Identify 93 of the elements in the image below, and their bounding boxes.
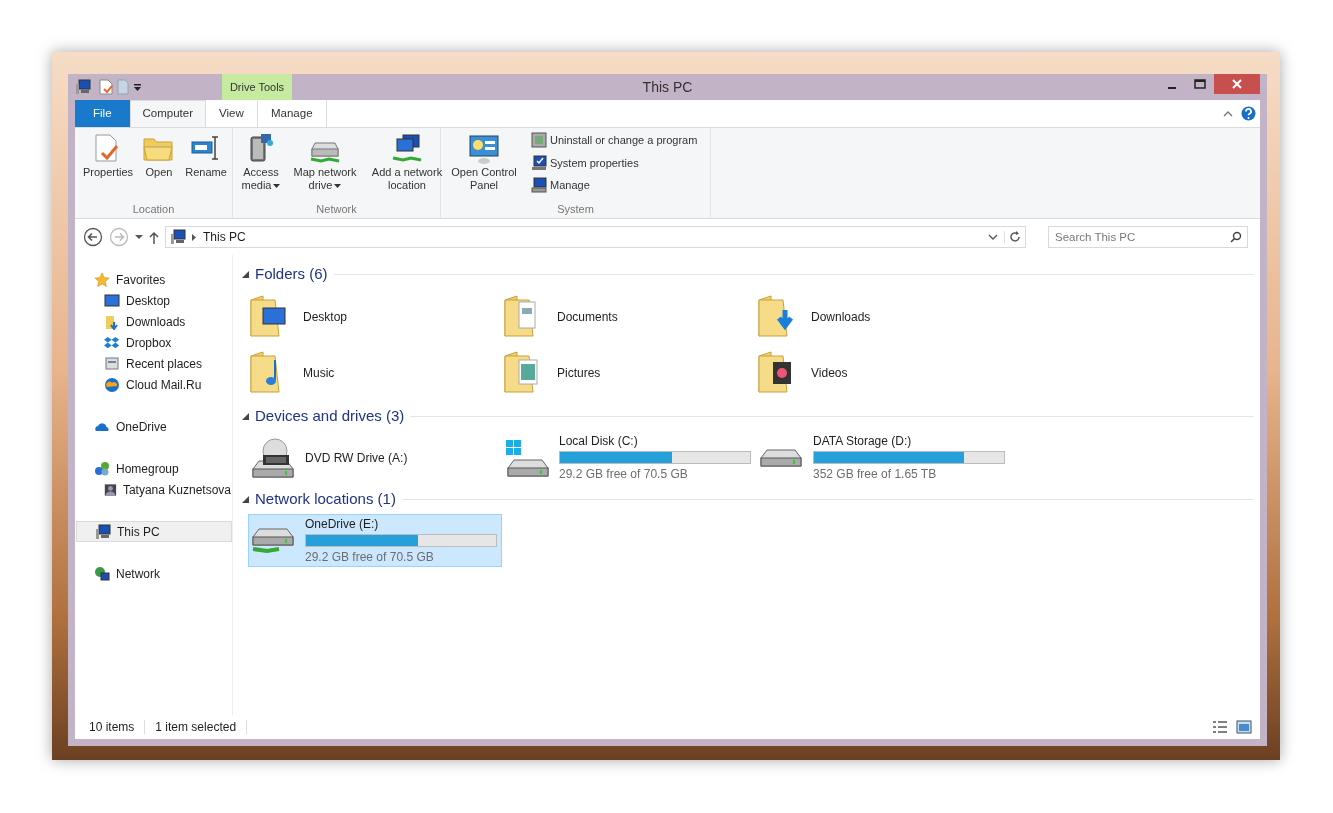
cloud-icon: [104, 376, 120, 393]
selection-count: 1 item selected: [155, 719, 237, 736]
drive-item[interactable]: DVD RW Drive (A:): [248, 431, 502, 484]
ribbon-button[interactable]: Map network drive: [287, 131, 363, 201]
collapse-ribbon-icon[interactable]: [1223, 109, 1233, 118]
desktop-icon: [104, 292, 120, 309]
item-count: 10 items: [89, 719, 135, 736]
search-field[interactable]: Search This PC: [1048, 226, 1248, 248]
nav-item[interactable]: Tatyana Kuznetsova: [75, 479, 232, 500]
close-icon: [1232, 79, 1242, 89]
user-picture-icon: [104, 481, 117, 498]
file-menu-button[interactable]: File: [75, 100, 130, 127]
drive-name: DATA Storage (D:): [813, 433, 913, 450]
drive-name: Local Disk (C:): [559, 433, 639, 450]
breadcrumb-arrow-icon: [192, 233, 197, 241]
drive-item[interactable]: OneDrive (E:) 29.2 GB free of 70.5 GB: [248, 514, 502, 567]
help-icon[interactable]: [1241, 106, 1256, 121]
computer-icon: [95, 523, 111, 540]
programs-icon: [531, 132, 547, 149]
nav-item[interactable]: Network: [75, 563, 232, 584]
section-heading[interactable]: Devices and drives (3): [255, 404, 405, 428]
nav-item[interactable]: This PC: [76, 521, 232, 542]
free-space-text: 29.2 GB free of 70.5 GB: [559, 466, 689, 483]
details-view-icon[interactable]: [1212, 720, 1228, 734]
group-label: System: [556, 201, 595, 217]
drive-item[interactable]: DATA Storage (D:) 352 GB free of 1.65 TB: [756, 431, 1010, 484]
section-heading[interactable]: Folders (6): [255, 262, 328, 286]
properties-icon[interactable]: [99, 79, 113, 95]
search-icon: [1230, 231, 1242, 243]
dropdown-chevron-icon[interactable]: [988, 233, 998, 241]
dropdown-icon[interactable]: [133, 82, 142, 92]
ribbon-small-button[interactable]: Manage: [529, 176, 700, 195]
downloads-folder-icon: [104, 313, 120, 330]
group-label: Network: [315, 201, 358, 217]
close-button[interactable]: [1214, 74, 1260, 94]
nav-item[interactable]: Downloads: [75, 311, 232, 332]
computer-icon: [75, 79, 91, 95]
ribbon-button[interactable]: Open: [139, 131, 179, 201]
window-title: This PC: [642, 77, 693, 97]
homegroup-icon: [94, 460, 110, 477]
system-drive-icon: [505, 438, 549, 477]
folder-item[interactable]: Music: [248, 345, 502, 401]
free-space-text: 352 GB free of 1.65 TB: [813, 466, 938, 483]
up-button[interactable]: [149, 230, 159, 244]
recent-locations-button[interactable]: [135, 234, 143, 240]
nav-item[interactable]: Recent places: [75, 353, 232, 374]
dropdown-arrow-icon: [135, 234, 143, 240]
ribbon-small-button[interactable]: Uninstall or change a program: [529, 131, 700, 150]
recent-places-icon: [104, 355, 120, 372]
maximize-icon: [1194, 79, 1206, 89]
control-panel-icon: [468, 133, 500, 165]
nav-item[interactable]: Cloud Mail.Ru: [75, 374, 232, 395]
drive-item[interactable]: Local Disk (C:) 29.2 GB free of 70.5 GB: [502, 431, 756, 484]
nav-item[interactable]: OneDrive: [75, 416, 232, 437]
folder-item[interactable]: Desktop: [248, 289, 502, 345]
ribbon-small-button[interactable]: System properties: [529, 153, 700, 172]
folder-item[interactable]: Pictures: [502, 345, 756, 401]
breadcrumb-item[interactable]: This PC: [203, 228, 982, 246]
star-icon: [94, 271, 110, 288]
ribbon-button[interactable]: Access media: [237, 131, 285, 201]
section-heading[interactable]: Network locations (1): [255, 487, 396, 511]
back-button[interactable]: [83, 227, 103, 247]
nav-item[interactable]: Desktop: [75, 290, 232, 311]
up-arrow-icon: [149, 230, 159, 244]
ribbon-tab[interactable]: View: [206, 100, 257, 127]
folder-item[interactable]: Videos: [756, 345, 1010, 401]
free-space-text: 29.2 GB free of 70.5 GB: [305, 549, 435, 566]
ribbon-button[interactable]: Rename: [181, 131, 231, 201]
hard-drive-icon: [760, 448, 802, 467]
folder-item[interactable]: Downloads: [756, 289, 1010, 345]
computer-management-icon: [531, 177, 547, 194]
dvd-drive-icon: [252, 437, 294, 478]
computer-icon: [170, 229, 186, 245]
ribbon-tab[interactable]: Computer: [129, 100, 207, 127]
dropbox-icon: [104, 334, 120, 351]
collapse-arrow-icon[interactable]: [242, 412, 249, 420]
network-drive-icon: [252, 528, 294, 553]
folder-item[interactable]: Documents: [502, 289, 756, 345]
large-icons-view-icon[interactable]: [1236, 720, 1252, 734]
nav-item[interactable]: Dropbox: [75, 332, 232, 353]
collapse-arrow-icon[interactable]: [242, 495, 249, 503]
network-icon: [94, 565, 110, 582]
nav-item[interactable]: Favorites: [75, 269, 232, 290]
collapse-arrow-icon[interactable]: [242, 270, 249, 278]
system-properties-icon: [531, 154, 547, 171]
refresh-icon[interactable]: [1009, 231, 1021, 243]
minimize-icon: [1168, 87, 1176, 89]
address-field[interactable]: This PC: [165, 226, 1026, 248]
group-label: Location: [131, 201, 176, 217]
drive-name: OneDrive (E:): [305, 516, 380, 533]
context-tab-label: Drive Tools: [222, 74, 292, 100]
ribbon-button[interactable]: Properties: [79, 131, 137, 201]
nav-item[interactable]: Homegroup: [75, 458, 232, 479]
